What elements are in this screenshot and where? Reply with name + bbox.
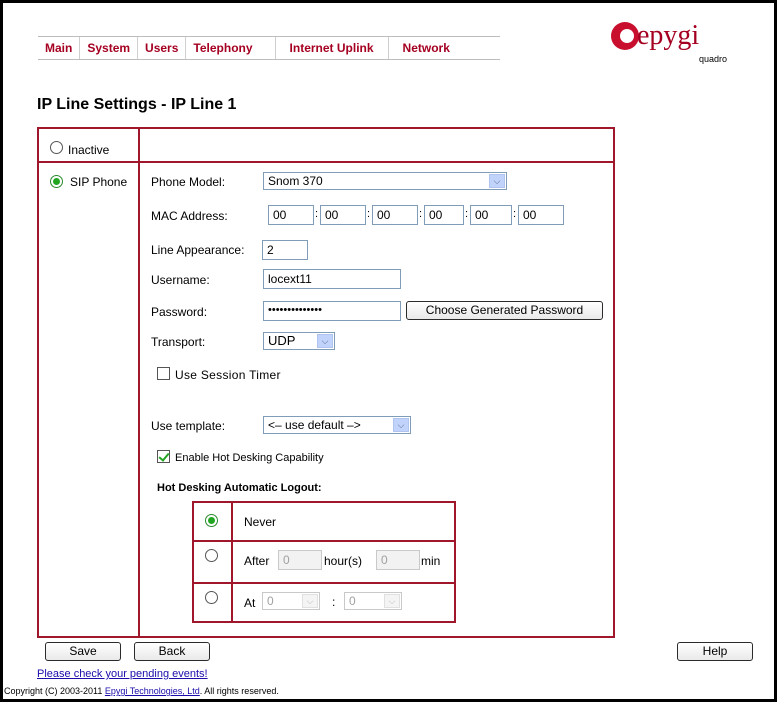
- help-button[interactable]: Help: [677, 642, 753, 661]
- auto-logout-heading: Hot Desking Automatic Logout:: [157, 482, 322, 494]
- copyright: Copyright (C) 2003-2011 Epygi Technologi…: [4, 686, 279, 696]
- pending-events-link[interactable]: Please check your pending events!: [37, 668, 208, 680]
- nav-main[interactable]: Main: [38, 37, 81, 59]
- nav-network[interactable]: Network: [389, 37, 500, 59]
- nav-users[interactable]: Users: [138, 37, 187, 59]
- logout-at-minute-select[interactable]: 0 ⌵: [344, 592, 402, 610]
- choose-generated-password-button[interactable]: Choose Generated Password: [406, 301, 603, 320]
- window-border-top: [0, 0, 777, 3]
- inactive-radio[interactable]: [50, 141, 63, 154]
- window-border-left: [0, 0, 3, 702]
- settings-divider-vertical: [138, 127, 140, 638]
- enable-hot-desking-label: Enable Hot Desking Capability: [175, 452, 324, 464]
- password-input[interactable]: ••••••••••••••: [263, 301, 401, 321]
- template-select[interactable]: <– use default –> ⌵: [263, 416, 411, 434]
- password-label: Password:: [151, 305, 208, 319]
- mac-separator: :: [465, 208, 469, 220]
- logout-never-radio[interactable]: [205, 514, 218, 527]
- phone-model-select[interactable]: Snom 370 ⌵: [263, 172, 507, 190]
- username-label: Username:: [151, 273, 210, 287]
- chevron-down-icon: ⌵: [317, 334, 333, 348]
- mac-separator: :: [315, 208, 319, 220]
- mac-octet-4[interactable]: 00: [424, 205, 464, 225]
- auto-logout-divider: [231, 501, 233, 623]
- logout-at-hour-select[interactable]: 0 ⌵: [262, 592, 320, 610]
- logo-mark-icon: [611, 22, 639, 50]
- nav-system[interactable]: System: [80, 37, 139, 59]
- use-session-timer-checkbox[interactable]: [157, 367, 170, 380]
- auto-logout-row-divider: [192, 582, 456, 584]
- use-session-timer-label: Use Session Timer: [175, 368, 281, 382]
- epygi-link[interactable]: Epygi Technologies, Ltd: [105, 686, 200, 696]
- enable-hot-desking-checkbox[interactable]: [157, 450, 170, 463]
- logout-after-label: After: [244, 554, 270, 568]
- mac-separator: :: [367, 208, 371, 220]
- mac-octet-6[interactable]: 00: [518, 205, 564, 225]
- mac-octet-3[interactable]: 00: [372, 205, 418, 225]
- settings-divider-horizontal: [37, 161, 615, 163]
- mac-address-label: MAC Address:: [151, 209, 228, 223]
- min-unit-label: min: [421, 554, 441, 568]
- chevron-down-icon: ⌵: [302, 594, 318, 608]
- epygi-logo: epygi quadro: [611, 18, 751, 68]
- mac-separator: :: [513, 208, 517, 220]
- mac-octet-2[interactable]: 00: [320, 205, 366, 225]
- top-nav: Main System Users Telephony Internet Upl…: [38, 36, 500, 60]
- sip-phone-radio[interactable]: [50, 175, 63, 188]
- sip-phone-label: SIP Phone: [70, 175, 128, 189]
- template-value: <– use default –>: [268, 418, 361, 432]
- logout-at-hour-value: 0: [267, 594, 274, 608]
- hours-unit-label: hour(s): [324, 554, 363, 568]
- username-input[interactable]: locext11: [263, 269, 401, 289]
- auto-logout-row-divider: [192, 540, 456, 542]
- chevron-down-icon: ⌵: [489, 174, 505, 188]
- transport-value: UDP: [268, 333, 296, 348]
- save-button[interactable]: Save: [45, 642, 121, 661]
- logout-at-label: At: [244, 596, 256, 610]
- nav-telephony[interactable]: Telephony: [186, 37, 276, 59]
- mac-octet-5[interactable]: 00: [470, 205, 512, 225]
- logout-at-minute-value: 0: [349, 594, 356, 608]
- logout-after-radio[interactable]: [205, 549, 218, 562]
- use-template-label: Use template:: [151, 419, 226, 433]
- at-separator: :: [332, 595, 336, 609]
- logout-after-min-input[interactable]: 0: [376, 550, 420, 570]
- phone-model-value: Snom 370: [268, 174, 323, 188]
- logout-at-radio[interactable]: [205, 591, 218, 604]
- line-appearance-input[interactable]: 2: [262, 240, 308, 260]
- page-title: IP Line Settings - IP Line 1: [37, 96, 237, 113]
- mac-octet-1[interactable]: 00: [268, 205, 314, 225]
- logout-never-label: Never: [244, 515, 277, 529]
- line-appearance-label: Line Appearance:: [151, 243, 245, 257]
- transport-select[interactable]: UDP ⌵: [263, 332, 335, 350]
- chevron-down-icon: ⌵: [393, 418, 409, 432]
- transport-label: Transport:: [151, 335, 206, 349]
- nav-internet-uplink[interactable]: Internet Uplink: [276, 37, 389, 59]
- inactive-label: Inactive: [68, 143, 110, 157]
- phone-model-label: Phone Model:: [151, 175, 226, 189]
- mac-separator: :: [419, 208, 423, 220]
- logout-after-hours-input[interactable]: 0: [278, 550, 322, 570]
- back-button[interactable]: Back: [134, 642, 210, 661]
- chevron-down-icon: ⌵: [384, 594, 400, 608]
